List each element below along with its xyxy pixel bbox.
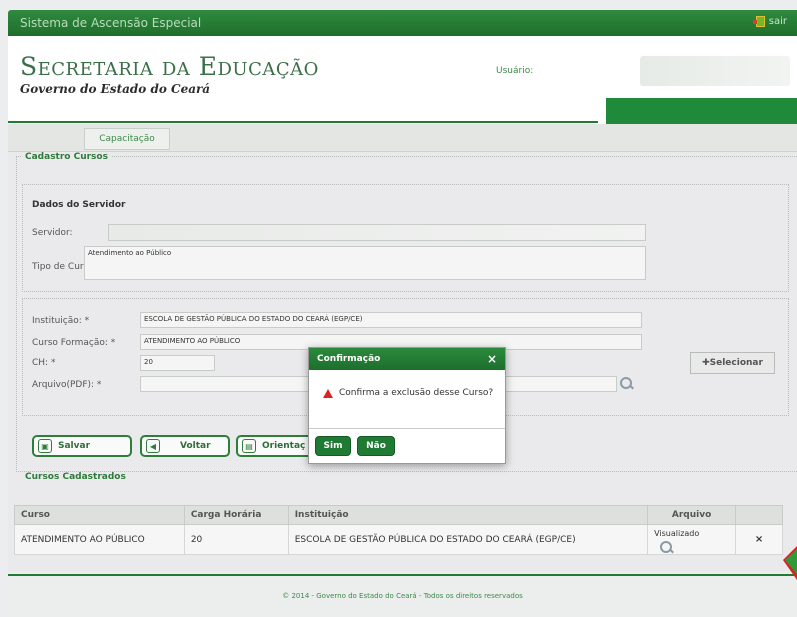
col-curso: Curso: [14, 505, 185, 525]
col-actions: [735, 505, 783, 525]
header-divider: [8, 121, 598, 123]
col-carga: Carga Horária: [183, 505, 289, 525]
close-icon[interactable]: ×: [487, 352, 497, 366]
cell-curso: ATENDIMENTO AO PÚBLICO: [14, 524, 185, 555]
ch-label: CH: *: [32, 358, 56, 368]
corner-triangle-icon: [783, 546, 797, 580]
dados-servidor-title: Dados do Servidor: [32, 200, 126, 210]
orientacoes-label: Orientaç: [262, 441, 306, 451]
top-bar: Sistema de Ascensão Especial sair: [8, 10, 797, 36]
document-icon: ▤: [242, 439, 256, 453]
footer-text: © 2014 - Governo do Estado do Ceará - To…: [282, 592, 523, 600]
cursos-cadastrados-legend: Cursos Cadastrados: [22, 472, 129, 482]
confirm-yes-button[interactable]: Sim: [315, 436, 351, 456]
back-label: Voltar: [180, 441, 211, 451]
nav-bar: Capacitação: [8, 124, 797, 152]
col-arquivo: Arquivo: [647, 505, 737, 525]
cursos-table: Curso Carga Horária Instituição Arquivo …: [14, 505, 783, 555]
cell-arquivo: Visualizado: [647, 524, 737, 555]
brand-title: Secretaria da Educação: [20, 52, 319, 81]
dialog-header: Confirmação ×: [309, 348, 505, 370]
instituicao-label: Instituição: *: [32, 316, 90, 326]
save-label: Salvar: [58, 441, 91, 451]
header: Secretaria da Educação Governo do Estado…: [8, 36, 797, 124]
brand-subtitle: Governo do Estado do Ceará: [20, 82, 211, 96]
dialog-title: Confirmação: [317, 354, 381, 364]
confirm-dialog: Confirmação × Confirma a exclusão desse …: [308, 347, 506, 464]
curso-formacao-label: Curso Formação: *: [32, 338, 116, 348]
table-row: ATENDIMENTO AO PÚBLICO 20 ESCOLA DE GEST…: [14, 524, 783, 555]
tab-capacitacao[interactable]: Capacitação: [84, 128, 170, 150]
servidor-field[interactable]: [108, 224, 646, 241]
instituicao-field[interactable]: ESCOLA DE GESTÃO PÚBLICA DO ESTADO DO CE…: [140, 312, 642, 328]
selecionar-button[interactable]: ✚Selecionar: [690, 352, 775, 374]
confirm-no-button[interactable]: Não: [357, 436, 395, 456]
logout-label: sair: [768, 16, 787, 27]
user-value-redacted: [640, 56, 790, 86]
floppy-disk-icon: ▣: [38, 439, 52, 453]
dialog-separator: [309, 428, 505, 429]
delete-icon[interactable]: ×: [735, 524, 783, 555]
logout-link[interactable]: sair: [752, 16, 787, 27]
arrow-left-icon: ◀: [146, 439, 160, 453]
arquivo-status: Visualizado: [654, 529, 700, 538]
system-title: Sistema de Ascensão Especial: [20, 16, 202, 30]
view-file-icon[interactable]: [660, 541, 674, 555]
footer: © 2014 - Governo do Estado do Ceará - To…: [8, 574, 797, 617]
exit-door-icon: [752, 16, 765, 27]
cadastro-cursos-legend: Cadastro Cursos: [22, 152, 111, 162]
col-instituicao: Instituição: [287, 505, 649, 525]
header-green-tab: [606, 98, 797, 124]
save-button[interactable]: ▣ Salvar: [32, 435, 132, 457]
dialog-message-row: Confirma a exclusão desse Curso?: [323, 388, 493, 398]
table-header-row: Curso Carga Horária Instituição Arquivo: [14, 505, 783, 525]
ch-field[interactable]: 20: [140, 355, 215, 371]
search-file-icon[interactable]: [620, 377, 634, 391]
warning-icon: [323, 388, 333, 398]
cell-instituicao: ESCOLA DE GESTÃO PÚBLICA DO ESTADO DO CE…: [287, 524, 649, 555]
cell-carga: 20: [183, 524, 289, 555]
tipo-curso-field[interactable]: Atendimento ao Público: [84, 246, 646, 280]
dialog-message: Confirma a exclusão desse Curso?: [339, 388, 494, 398]
servidor-label: Servidor:: [32, 228, 73, 238]
back-button[interactable]: ◀ Voltar: [140, 435, 230, 457]
user-label: Usuário:: [496, 66, 534, 76]
arquivo-label: Arquivo(PDF): *: [32, 380, 102, 390]
orientacoes-button[interactable]: ▤ Orientaç: [236, 435, 318, 457]
